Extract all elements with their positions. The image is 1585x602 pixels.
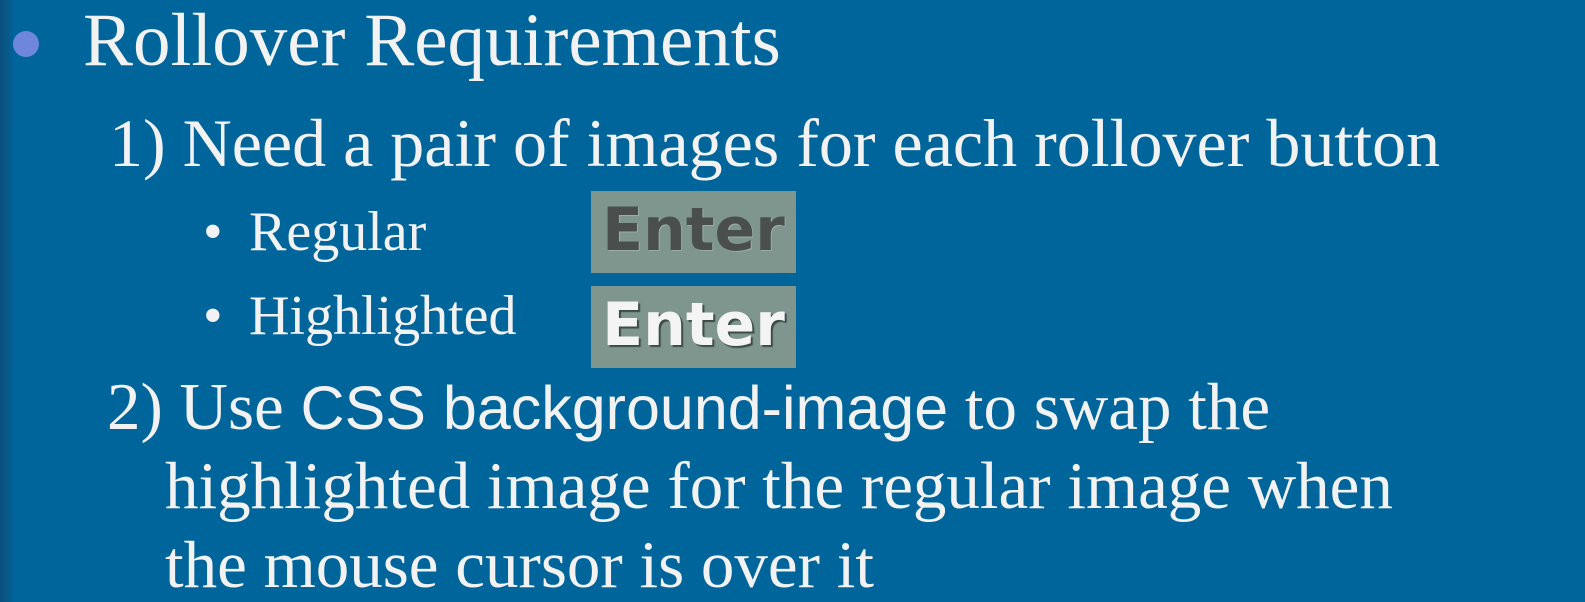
bullet-icon bbox=[13, 31, 39, 57]
list-item-2-suffix: to swap the bbox=[948, 370, 1271, 444]
list-item-2-line-3: the mouse cursor is over it bbox=[165, 528, 874, 602]
list-item-2-prefix: 2) Use bbox=[107, 370, 301, 444]
sub-item-label: Regular bbox=[249, 201, 427, 263]
list-item-2-line-2: highlighted image for the regular image … bbox=[165, 449, 1393, 523]
sub-bullet-icon: • bbox=[203, 285, 223, 347]
left-edge-shadow bbox=[0, 0, 14, 602]
enter-button-regular-image: Enter bbox=[591, 191, 796, 273]
sub-item-label: Highlighted bbox=[249, 285, 517, 347]
sub-bullet-icon: • bbox=[203, 201, 223, 263]
css-property-name: CSS background-image bbox=[300, 374, 949, 442]
sub-item-regular: • Regular bbox=[203, 204, 426, 260]
enter-button-highlighted-image: Enter bbox=[591, 286, 796, 368]
sub-item-highlighted: • Highlighted bbox=[203, 288, 517, 344]
slide-title: Rollover Requirements bbox=[83, 0, 781, 82]
list-item-2: 2) Use CSS background-image to swap the bbox=[107, 374, 1270, 441]
list-item-1: 1) Need a pair of images for each rollov… bbox=[109, 105, 1441, 181]
